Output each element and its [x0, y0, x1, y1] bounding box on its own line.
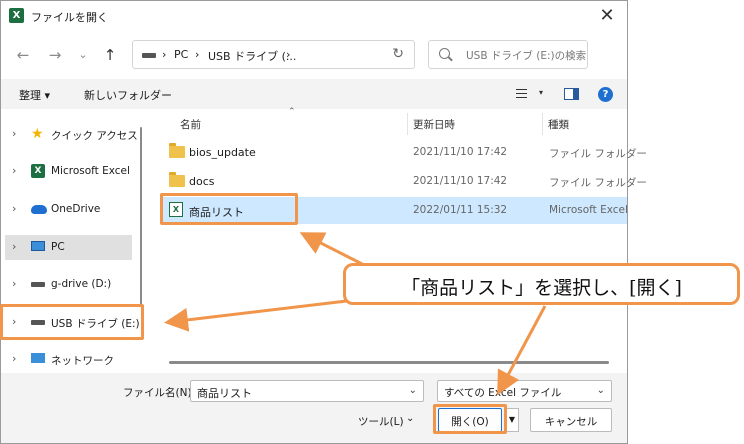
search-icon	[439, 48, 450, 59]
drive-icon	[31, 282, 45, 287]
sidebar-item-label: クイック アクセス	[51, 130, 138, 142]
breadcrumb-separator[interactable]: ›	[195, 48, 199, 61]
sidebar-scrollbar[interactable]	[140, 127, 142, 307]
dialog-title: ファイルを開く	[31, 11, 108, 24]
column-header-name[interactable]: 名前	[180, 117, 201, 132]
cancel-button-label: キャンセル	[544, 416, 598, 428]
file-list: ⌃ 名前 更新日時 種類 bios_update 2021/11/10 17:4…	[149, 107, 647, 373]
organize-button[interactable]: 整理 ▾	[19, 87, 50, 103]
view-options-icon[interactable]	[516, 89, 527, 98]
file-row-bios-update[interactable]: bios_update 2021/11/10 17:42 ファイル フォルダー	[163, 139, 647, 166]
close-button[interactable]: ✕	[595, 5, 619, 27]
file-date: 2021/11/10 17:42	[413, 175, 508, 187]
sidebar-item-microsoft-excel[interactable]: › X Microsoft Excel	[5, 159, 132, 184]
file-type: ファイル フォルダー	[549, 177, 647, 189]
column-header-date[interactable]: 更新日時	[413, 117, 455, 132]
drive-icon	[142, 53, 156, 58]
sidebar-item-quick-access[interactable]: › ★ クイック アクセス	[5, 122, 138, 147]
sidebar-item-label: g-drive (D:)	[51, 278, 112, 290]
title-bar: X ファイルを開く ✕	[1, 1, 627, 31]
horizontal-scrollbar[interactable]	[169, 361, 609, 364]
tools-button[interactable]: ツール(L)	[358, 414, 404, 429]
breadcrumb-separator: ›	[162, 48, 167, 61]
open-options-button[interactable]: ▼	[505, 408, 519, 432]
chevron-right-icon[interactable]: ›	[12, 164, 16, 177]
breadcrumb-usb-drive[interactable]: USB ドライブ (...	[208, 48, 296, 64]
highlight-product-list	[160, 193, 298, 225]
folder-icon	[169, 143, 185, 158]
chevron-right-icon[interactable]: ›	[12, 127, 16, 140]
breadcrumb-pc[interactable]: PC	[174, 48, 188, 61]
sidebar-item-network[interactable]: › ネットワーク	[5, 347, 132, 372]
column-header-type[interactable]: 種類	[548, 117, 569, 132]
highlight-usb-drive	[0, 304, 144, 340]
forward-button[interactable]: →	[45, 45, 65, 65]
excel-app-icon: X	[9, 8, 24, 23]
dialog-footer: ファイル名(N): 商品リスト ⌄ すべての Excel ファイル ⌄ ツール(…	[1, 373, 627, 443]
cancel-button[interactable]: キャンセル	[530, 408, 612, 432]
navigation-bar: ← → ⌄ ↑ › PC › USB ドライブ (... › ↻ USB ドライ…	[1, 31, 627, 79]
pc-icon	[31, 241, 45, 251]
folder-icon	[169, 172, 185, 187]
column-divider[interactable]	[542, 113, 543, 135]
instruction-callout: 「商品リスト」を選択し、[開く]	[343, 263, 740, 305]
sort-ascending-icon: ⌃	[288, 107, 296, 117]
breadcrumb-separator[interactable]: ›	[286, 48, 290, 61]
chevron-right-icon[interactable]: ›	[12, 240, 16, 253]
sidebar-item-onedrive[interactable]: › OneDrive	[5, 197, 132, 222]
search-placeholder: USB ドライブ (E:)の検索	[466, 50, 587, 62]
file-name: docs	[189, 175, 215, 188]
sidebar-item-label: Microsoft Excel	[51, 165, 130, 177]
address-bar[interactable]: › PC › USB ドライブ (... › ↻	[132, 40, 415, 69]
file-type: Microsoft Excel	[549, 204, 628, 216]
filetype-select[interactable]: すべての Excel ファイル ⌄	[437, 380, 612, 402]
search-input[interactable]: USB ドライブ (E:)の検索	[428, 40, 588, 69]
command-bar: 整理 ▾ 新しいフォルダー ▾ ?	[1, 79, 627, 109]
filename-value: 商品リスト	[197, 387, 252, 400]
network-icon	[31, 353, 45, 363]
sidebar-item-label: OneDrive	[51, 203, 101, 215]
sidebar-item-pc[interactable]: › PC	[5, 235, 132, 260]
file-date: 2022/01/11 15:32	[413, 204, 508, 216]
column-divider[interactable]	[407, 113, 408, 135]
sidebar-item-label: ネットワーク	[51, 355, 114, 367]
file-date: 2021/11/10 17:42	[413, 146, 508, 158]
view-caret-icon[interactable]: ▾	[539, 88, 543, 97]
open-file-dialog: X ファイルを開く ✕ ← → ⌄ ↑ › PC › USB ドライブ (...…	[0, 0, 647, 444]
new-folder-button[interactable]: 新しいフォルダー	[84, 87, 172, 103]
excel-icon: X	[31, 164, 45, 178]
chevron-right-icon[interactable]: ›	[12, 352, 16, 365]
callout-text: 「商品リスト」を選択し、[開く]	[401, 277, 682, 299]
filetype-value: すべての Excel ファイル	[444, 387, 562, 399]
file-name: bios_update	[189, 146, 256, 159]
star-icon: ★	[31, 126, 44, 142]
chevron-right-icon[interactable]: ›	[12, 202, 16, 215]
back-button[interactable]: ←	[13, 45, 33, 65]
sidebar-item-g-drive[interactable]: › g-drive (D:)	[5, 272, 132, 297]
up-button[interactable]: ↑	[100, 45, 120, 65]
help-icon[interactable]: ?	[598, 87, 613, 102]
file-row-docs[interactable]: docs 2021/11/10 17:42 ファイル フォルダー	[163, 168, 647, 195]
filename-label: ファイル名(N):	[123, 387, 196, 399]
chevron-down-icon[interactable]: ⌄	[409, 385, 417, 396]
chevron-down-icon[interactable]: ⌄	[406, 413, 414, 424]
refresh-icon[interactable]: ↻	[392, 46, 404, 62]
preview-pane-icon[interactable]	[564, 88, 579, 100]
cloud-icon	[31, 205, 47, 214]
filename-input[interactable]: 商品リスト ⌄	[190, 380, 424, 402]
chevron-right-icon[interactable]: ›	[12, 277, 16, 290]
chevron-down-icon[interactable]: ⌄	[597, 385, 605, 396]
recent-locations-button[interactable]: ⌄	[73, 45, 93, 65]
file-type: ファイル フォルダー	[549, 148, 647, 160]
sidebar-item-label: PC	[51, 241, 65, 253]
highlight-open-button	[433, 404, 507, 434]
